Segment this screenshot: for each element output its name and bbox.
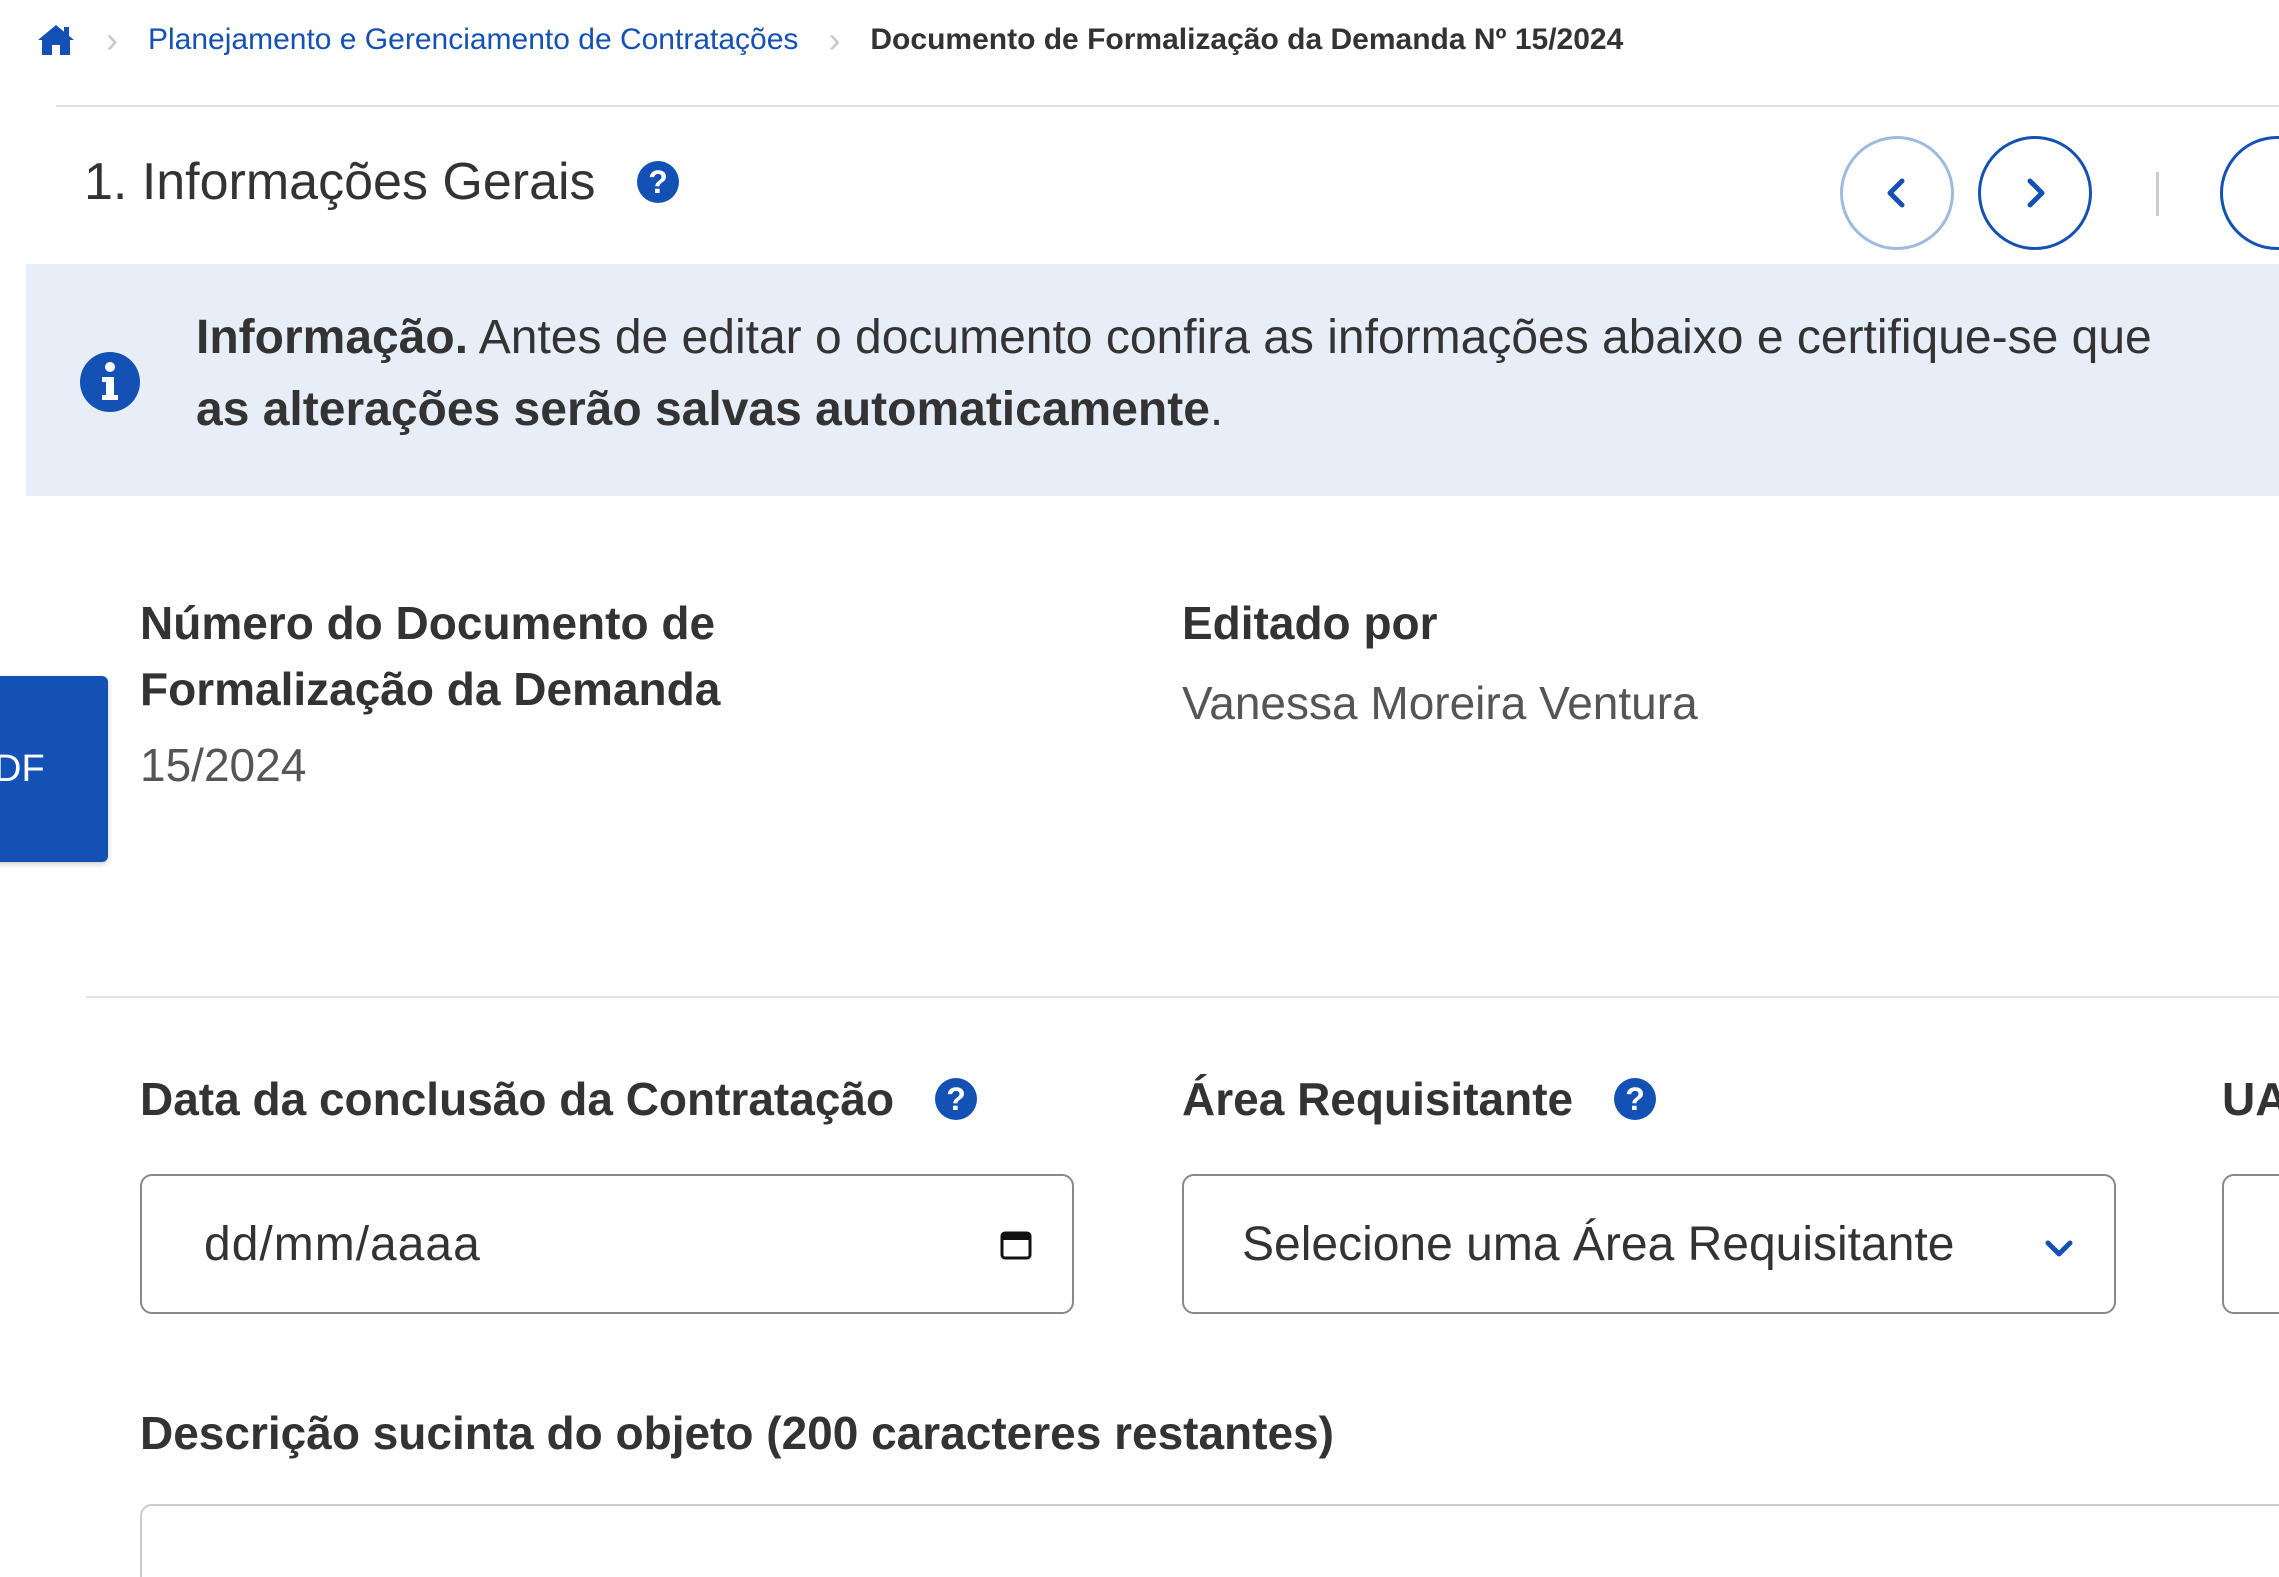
- page: › Planejamento e Gerenciamento de Contra…: [0, 0, 2279, 1577]
- area-field-label-row: Área Requisitante ?: [1182, 1066, 1657, 1132]
- chevron-down-icon: [2044, 1217, 2074, 1272]
- area-select[interactable]: Selecione uma Área Requisitante: [1182, 1174, 2116, 1314]
- document-number-value: 15/2024: [140, 739, 307, 791]
- svg-text:?: ?: [946, 1081, 966, 1117]
- svg-text:?: ?: [1625, 1081, 1645, 1117]
- side-tab-button[interactable]: DF: [0, 676, 108, 862]
- chevron-right-icon: ›: [106, 19, 118, 60]
- question-circle-icon[interactable]: ?: [636, 160, 680, 204]
- info-alert: Informação. Antes de editar o documento …: [26, 264, 2279, 496]
- date-field-label: Data da conclusão da Contratação: [140, 1073, 895, 1125]
- next-section-button[interactable]: [1978, 136, 2092, 250]
- ua-field-label: UA: [2222, 1073, 2279, 1125]
- home-icon[interactable]: [36, 22, 76, 58]
- side-tab-label: DF: [0, 747, 45, 790]
- edited-by-label: Editado por: [1182, 597, 1438, 649]
- date-input[interactable]: dd/mm/aaaa: [140, 1174, 1074, 1314]
- svg-text:?: ?: [648, 164, 668, 200]
- edited-by-value: Vanessa Moreira Ventura: [1182, 677, 1698, 729]
- chevron-left-icon: [1887, 178, 1905, 208]
- chevron-right-icon: [2027, 178, 2045, 208]
- area-field-label: Área Requisitante: [1182, 1073, 1574, 1125]
- document-number-label: Número do Documento de Formalização da D…: [140, 597, 721, 715]
- date-field-label-row: Data da conclusão da Contratação ?: [140, 1066, 978, 1132]
- more-actions-button[interactable]: [2220, 136, 2279, 250]
- section-title: 1. Informações Gerais: [84, 153, 596, 211]
- breadcrumb: › Planejamento e Gerenciamento de Contra…: [36, 14, 1623, 66]
- description-label: Descrição sucinta do objeto (200 caracte…: [140, 1407, 1334, 1459]
- chevron-right-icon: ›: [828, 19, 841, 60]
- area-select-value: Selecione uma Área Requisitante: [1242, 1217, 1955, 1271]
- breadcrumb-link-planejamento[interactable]: Planejamento e Gerenciamento de Contrata…: [148, 23, 798, 57]
- document-number-field: Número do Documento de Formalização da D…: [140, 590, 1040, 798]
- previous-section-button[interactable]: [1840, 136, 1954, 250]
- divider: [56, 105, 2279, 107]
- alert-message: Informação. Antes de editar o documento …: [196, 311, 2152, 436]
- section-header: 1. Informações Gerais ?: [84, 152, 680, 212]
- divider: [86, 996, 2279, 998]
- question-circle-icon[interactable]: ?: [1613, 1077, 1657, 1121]
- info-circle-icon: [78, 350, 142, 414]
- ua-input[interactable]: [2222, 1174, 2279, 1314]
- date-input-placeholder: dd/mm/aaaa: [204, 1217, 481, 1271]
- description-textarea[interactable]: [140, 1504, 2279, 1577]
- question-circle-icon[interactable]: ?: [934, 1077, 978, 1121]
- calendar-icon[interactable]: [1000, 1217, 1032, 1272]
- breadcrumb-current: Documento de Formalização da Demanda Nº …: [870, 23, 1624, 56]
- ua-field-label-row: UA: [2222, 1066, 2279, 1132]
- edited-by-field: Editado por Vanessa Moreira Ventura: [1182, 590, 1698, 736]
- nav-divider: [2156, 172, 2159, 216]
